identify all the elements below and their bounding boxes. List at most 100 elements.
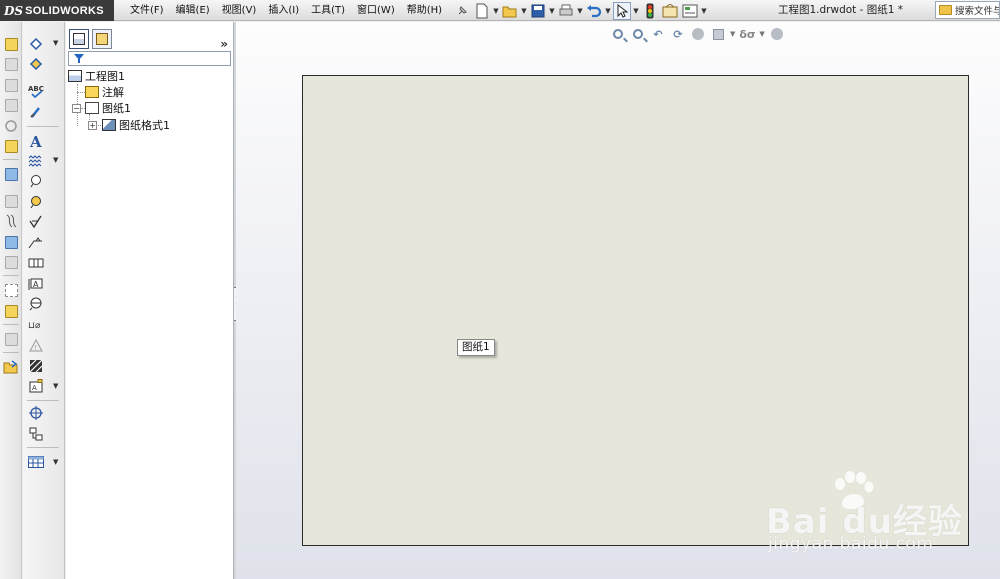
spell-checker-icon[interactable]: ABC [28, 83, 44, 99]
expand-sheet-format-toggle[interactable]: + [88, 121, 97, 130]
sheet-icon [85, 102, 99, 114]
block-icon[interactable]: A [28, 378, 44, 394]
print-icon[interactable] [557, 2, 575, 20]
open-folder-icon[interactable] [501, 2, 519, 20]
search-files-box[interactable]: 搜索文件与 [935, 1, 1000, 19]
select-arrow-icon[interactable] [613, 1, 631, 20]
linear-note-pattern-icon[interactable] [28, 153, 44, 169]
tree-item-sheet-format[interactable]: 图纸格式1 [102, 117, 170, 133]
save-dropdown-icon[interactable]: ▼ [548, 2, 556, 20]
appearance-icon[interactable] [769, 26, 785, 42]
table-dropdown-icon[interactable]: ▼ [53, 458, 58, 466]
document-title: 工程图1.drwdot - 图纸1 * [778, 4, 904, 16]
select-dropdown-icon[interactable]: ▼ [632, 2, 640, 20]
hole-callout-icon[interactable]: ⊔⌀ [28, 316, 44, 332]
datum-target-icon[interactable] [28, 296, 44, 312]
empty-view-icon[interactable] [3, 331, 19, 347]
crop-view-icon[interactable] [3, 213, 19, 229]
menu-view[interactable]: 视图(V) [216, 0, 263, 21]
hide-show-dropdown-icon[interactable]: ▼ [759, 30, 764, 38]
detail-view-icon[interactable] [3, 118, 19, 134]
section-view-icon[interactable] [3, 97, 19, 113]
drawing-toolbar-left [0, 22, 22, 579]
menu-tools[interactable]: 工具(T) [305, 0, 351, 21]
auxiliary-view-icon[interactable] [3, 77, 19, 93]
model-view-icon[interactable] [3, 36, 19, 52]
new-document-icon[interactable] [473, 2, 491, 20]
note-icon[interactable]: A [28, 133, 44, 149]
undo-icon[interactable] [585, 2, 603, 20]
drawing-sheet[interactable] [302, 75, 969, 546]
new-dropdown-icon[interactable]: ▼ [492, 2, 500, 20]
open-dropdown-icon[interactable]: ▼ [520, 2, 528, 20]
rotate-view-icon[interactable]: ⟳ [670, 26, 686, 42]
collapse-sheet-toggle[interactable]: − [72, 104, 81, 113]
break-view-icon[interactable] [3, 193, 19, 209]
print-dropdown-icon[interactable]: ▼ [576, 2, 584, 20]
surface-finish-icon[interactable] [28, 214, 44, 230]
menu-edit[interactable]: 编辑(E) [170, 0, 216, 21]
toolbar-separator [3, 352, 19, 353]
file-properties-icon[interactable] [661, 2, 679, 20]
display-style-dropdown-icon[interactable]: ▼ [730, 30, 735, 38]
display-style-icon[interactable] [710, 26, 726, 42]
revision-symbol-icon[interactable]: ! [28, 338, 44, 354]
svg-text:A: A [29, 134, 42, 148]
rebuild-traffic-light-icon[interactable] [641, 2, 659, 20]
block-dropdown-icon[interactable]: ▼ [53, 382, 58, 390]
tab-property-manager[interactable] [92, 29, 112, 49]
format-painter-icon[interactable] [28, 104, 44, 120]
projected-view-icon[interactable] [3, 56, 19, 72]
menu-help[interactable]: 帮助(H) [401, 0, 448, 21]
tree-filter-input[interactable] [68, 51, 231, 66]
search-files-label: 搜索文件与 [955, 6, 1000, 17]
options-dropdown-icon[interactable]: ▼ [700, 2, 708, 20]
zoom-to-fit-icon[interactable] [610, 26, 626, 42]
tree-item-sheet[interactable]: 图纸1 [85, 100, 131, 116]
dimension-dropdown-icon[interactable]: ▼ [53, 39, 58, 47]
tree-item-annotations[interactable]: 注解 [85, 84, 124, 100]
smart-dimension-icon[interactable] [28, 36, 44, 52]
tree-root-drawing[interactable]: 工程图1 [68, 68, 125, 84]
area-hatch-icon[interactable] [28, 358, 44, 374]
note-pattern-dropdown-icon[interactable]: ▼ [53, 156, 58, 164]
model-items-icon[interactable] [28, 56, 44, 72]
menu-file[interactable]: 文件(F) [124, 0, 170, 21]
auto-balloon-icon[interactable] [28, 194, 44, 210]
options-icon[interactable] [681, 2, 699, 20]
tab-feature-manager-tree[interactable] [69, 29, 89, 49]
zoom-to-area-icon[interactable] [630, 26, 646, 42]
broken-out-section-icon[interactable] [3, 166, 19, 182]
relative-view-icon[interactable] [3, 254, 19, 270]
menu-insert[interactable]: 插入(I) [262, 0, 305, 21]
svg-text:A: A [33, 280, 39, 289]
solidworks-logo[interactable]: DS SOLIDWORKS [0, 0, 114, 21]
svg-text:⊔⌀: ⊔⌀ [28, 321, 41, 331]
hide-show-items-icon[interactable]: δσ [739, 26, 755, 42]
table-icon[interactable] [28, 454, 44, 470]
graphics-area[interactable]: ↶ ⟳ ▼ δσ ▼ [236, 22, 1000, 579]
expand-panel-icon[interactable]: » [220, 37, 228, 51]
balloon-icon[interactable] [28, 173, 44, 189]
toolbar-separator [3, 159, 19, 160]
standard-3-view-icon[interactable] [3, 138, 19, 154]
tree-root-label: 工程图1 [85, 70, 125, 83]
pan-icon[interactable] [690, 26, 706, 42]
predefined-view-icon[interactable] [3, 303, 19, 319]
datum-feature-icon[interactable]: A [28, 276, 44, 292]
svg-text:!: ! [34, 344, 37, 352]
menu-window[interactable]: 窗口(W) [351, 0, 401, 21]
update-view-icon[interactable] [3, 359, 19, 375]
weld-symbol-icon[interactable] [28, 235, 44, 251]
center-mark-icon[interactable] [28, 405, 44, 421]
save-icon[interactable] [529, 2, 547, 20]
geometric-tolerance-icon[interactable] [28, 255, 44, 271]
previous-view-icon[interactable]: ↶ [650, 26, 666, 42]
new-sheet-icon[interactable] [3, 282, 19, 298]
property-manager-icon [96, 33, 108, 45]
undo-dropdown-icon[interactable]: ▼ [604, 2, 612, 20]
alternate-position-view-icon[interactable] [3, 234, 19, 250]
toolbar-separator [3, 324, 19, 325]
pin-icon[interactable] [453, 2, 471, 20]
centerline-icon[interactable] [28, 426, 44, 442]
